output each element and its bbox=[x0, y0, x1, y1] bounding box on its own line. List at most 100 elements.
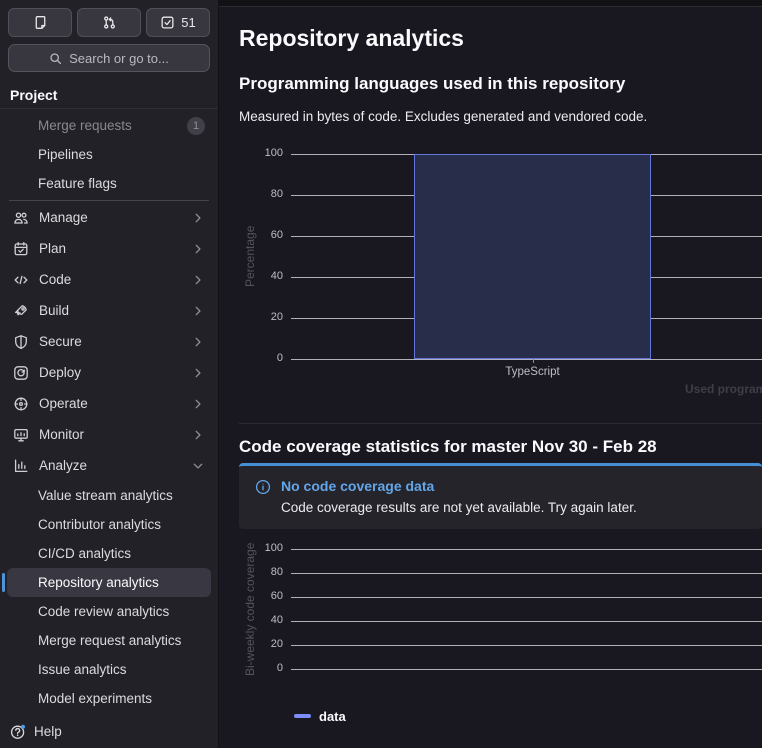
sidebar-item-monitor[interactable]: Monitor bbox=[7, 419, 211, 450]
alert-text: No code coverage data Code coverage resu… bbox=[281, 478, 637, 516]
gridline bbox=[291, 645, 762, 646]
shield-icon bbox=[13, 334, 29, 350]
sidebar-item-analyze[interactable]: Analyze bbox=[7, 450, 211, 481]
sidebar-item-label: CI/CD analytics bbox=[38, 546, 132, 561]
sidebar-shortcut-row: 51 bbox=[0, 0, 218, 37]
sidebar-item-repository-analytics[interactable]: Repository analytics bbox=[2, 568, 211, 597]
coverage-line-chart: Bi-weekly code coverage 0 20 40 60 80 100 dat… bbox=[239, 542, 762, 734]
sidebar-item-build[interactable]: Build bbox=[7, 295, 211, 326]
gridline bbox=[291, 621, 762, 622]
todo-checkmark-icon bbox=[160, 15, 175, 30]
sidebar-item-label: Build bbox=[39, 303, 70, 318]
y-tick-label: 40 bbox=[270, 270, 283, 282]
sidebar-item-operate[interactable]: Operate bbox=[7, 388, 211, 419]
y-axis-tick-labels: 0 20 40 60 80 100 bbox=[239, 542, 283, 674]
sidebar-item-deploy[interactable]: Deploy bbox=[7, 357, 211, 388]
sidebar-item-secure[interactable]: Secure bbox=[7, 326, 211, 357]
sidebar-item-label: Pipelines bbox=[38, 147, 93, 162]
gridline bbox=[291, 549, 762, 550]
todo-list-shortcut-button[interactable]: 51 bbox=[146, 8, 210, 37]
sidebar-divider bbox=[9, 200, 209, 201]
todo-count: 51 bbox=[181, 15, 196, 30]
sidebar-item-label: Secure bbox=[39, 334, 82, 349]
operate-icon bbox=[13, 396, 29, 412]
languages-section-subtitle: Measured in bytes of code. Excludes gene… bbox=[239, 109, 648, 124]
sidebar-item-label: Code bbox=[39, 272, 72, 287]
sidebar-item-label: Deploy bbox=[39, 365, 82, 380]
sidebar-item-label: Feature flags bbox=[38, 176, 117, 191]
sidebar-item-contributor-analytics[interactable]: Contributor analytics bbox=[7, 510, 211, 539]
chevron-down-icon bbox=[191, 459, 205, 473]
y-tick-label: 100 bbox=[264, 542, 283, 554]
chart-plot-area bbox=[291, 154, 762, 360]
issues-shortcut-button[interactable] bbox=[8, 8, 72, 37]
issues-icon bbox=[33, 15, 48, 30]
languages-section-title: Programming languages used in this repos… bbox=[239, 74, 626, 93]
sidebar-item-ci-cd-analytics[interactable]: CI/CD analytics bbox=[7, 539, 211, 568]
sidebar-footer: Help bbox=[0, 717, 218, 748]
monitor-icon bbox=[13, 427, 29, 443]
sidebar-item-label: Issue analytics bbox=[38, 662, 127, 677]
help-label: Help bbox=[34, 724, 62, 739]
sidebar-item-label: Model experiments bbox=[38, 691, 153, 706]
calendar-icon bbox=[13, 241, 29, 257]
gridline bbox=[291, 359, 762, 360]
sidebar-item-label: Repository analytics bbox=[38, 575, 159, 590]
page-title: Repository analytics bbox=[239, 25, 464, 51]
sidebar-item-label: Manage bbox=[39, 210, 88, 225]
x-axis-title: Used programming languages bbox=[685, 382, 762, 396]
no-coverage-alert: No code coverage data Code coverage resu… bbox=[239, 463, 762, 529]
chevron-right-icon bbox=[191, 211, 205, 225]
chart-plot-area bbox=[291, 549, 762, 670]
sidebar-item-code[interactable]: Code bbox=[7, 264, 211, 295]
sidebar-item-merge-request-analytics[interactable]: Merge request analytics bbox=[7, 626, 211, 655]
count-badge: 1 bbox=[187, 116, 205, 135]
chart-icon bbox=[13, 458, 29, 474]
merge-request-icon bbox=[102, 15, 117, 30]
info-icon bbox=[255, 479, 271, 516]
sidebar-section-heading: Project bbox=[10, 87, 58, 103]
rocket-icon bbox=[13, 303, 29, 319]
sidebar-item-code-review-analytics[interactable]: Code review analytics bbox=[7, 597, 211, 626]
gridline bbox=[291, 573, 762, 574]
y-tick-label: 0 bbox=[276, 352, 283, 364]
sidebar-item-merge-requests[interactable]: Merge requests 1 bbox=[7, 111, 211, 140]
users-icon bbox=[13, 210, 29, 226]
sidebar-item-help[interactable]: Help bbox=[10, 717, 208, 746]
gridline bbox=[291, 669, 762, 670]
sidebar-item-feature-flags[interactable]: Feature flags bbox=[7, 169, 211, 198]
sidebar-item-plan[interactable]: Plan bbox=[7, 233, 211, 264]
gridline bbox=[291, 597, 762, 598]
sidebar-item-label: Code review analytics bbox=[38, 604, 170, 619]
sidebar-item-model-experiments[interactable]: Model experiments bbox=[7, 684, 211, 713]
sidebar-item-issue-analytics[interactable]: Issue analytics bbox=[7, 655, 211, 684]
chart-legend[interactable]: data bbox=[294, 709, 346, 724]
help-icon bbox=[10, 724, 26, 740]
code-icon bbox=[13, 272, 29, 288]
sidebar-item-label: Merge request analytics bbox=[38, 633, 182, 648]
sidebar-nav: Merge requests 1 Pipelines Feature flags Man… bbox=[0, 108, 218, 713]
chevron-right-icon bbox=[191, 304, 205, 318]
y-tick-label: 20 bbox=[270, 638, 283, 650]
y-tick-label: 100 bbox=[264, 147, 283, 159]
main-content: Repository analytics Programming languag… bbox=[219, 0, 762, 748]
chevron-right-icon bbox=[191, 366, 205, 380]
search-icon bbox=[49, 52, 62, 65]
merge-requests-shortcut-button[interactable] bbox=[77, 8, 141, 37]
content-area: Repository analytics Programming languag… bbox=[219, 23, 762, 734]
search-input[interactable]: Search or go to... bbox=[8, 44, 210, 72]
sidebar-item-label: Plan bbox=[39, 241, 67, 256]
alert-body: Code coverage results are not yet availa… bbox=[281, 500, 637, 515]
sidebar-item-pipelines[interactable]: Pipelines bbox=[7, 140, 211, 169]
sidebar-item-manage[interactable]: Manage bbox=[7, 202, 211, 233]
x-tick-mark bbox=[532, 359, 534, 363]
chevron-right-icon bbox=[191, 428, 205, 442]
chevron-right-icon bbox=[191, 273, 205, 287]
sidebar-item-value-stream-analytics[interactable]: Value stream analytics bbox=[7, 481, 211, 510]
sidebar-item-label: Value stream analytics bbox=[38, 488, 173, 503]
chevron-right-icon bbox=[191, 335, 205, 349]
sidebar-item-label: Contributor analytics bbox=[38, 517, 162, 532]
chevron-right-icon bbox=[191, 242, 205, 256]
legend-swatch bbox=[294, 714, 311, 718]
y-tick-label: 20 bbox=[270, 311, 283, 323]
